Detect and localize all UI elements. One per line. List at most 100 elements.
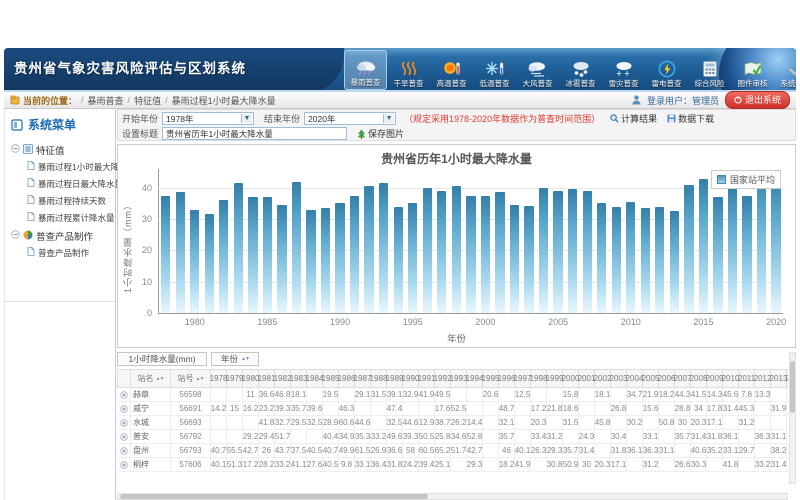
year-header-2009[interactable]: 2009 — [707, 369, 723, 388]
toolbar-item-4[interactable]: 低温普查 — [473, 50, 516, 90]
station-name-cell[interactable]: 威宁 — [131, 402, 171, 416]
toolbar-item-label: 雷电普查 — [652, 78, 682, 89]
year-header-2000[interactable]: 2000 — [563, 369, 579, 388]
station-name-cell[interactable]: 桐梓 — [131, 458, 171, 472]
sidebar-item-1-2[interactable]: 暴雨过程日最大降水量 — [5, 175, 115, 192]
toolbar-item-2[interactable]: 干旱普查 — [387, 50, 430, 90]
year-header-1978[interactable]: 1978 — [211, 369, 227, 388]
value-cell: 60.5 — [419, 444, 435, 458]
year-header-1983[interactable]: 1983 — [291, 369, 307, 388]
year-header-1990[interactable]: 1990 — [403, 369, 419, 388]
station-name-header[interactable]: 站名▲▼ — [131, 369, 171, 388]
select-column-header[interactable] — [117, 369, 131, 388]
station-name-cell[interactable]: 普安 — [131, 430, 171, 444]
station-name-cell[interactable]: 盘州 — [131, 444, 171, 458]
station-name-cell[interactable]: 水城 — [131, 416, 171, 430]
value-cell: 18.6 — [563, 402, 579, 416]
year-header-1995[interactable]: 1995 — [483, 369, 499, 388]
year-header-2004[interactable]: 2004 — [627, 369, 643, 388]
toolbar-item-10[interactable]: 图件审核 — [731, 50, 774, 90]
save-image-button[interactable]: 保存图片 — [357, 127, 404, 140]
value-cell: 33.4 — [531, 430, 547, 444]
expand-row-icon[interactable] — [117, 430, 131, 444]
collapse-icon[interactable] — [11, 230, 20, 242]
sidebar-item-1-4[interactable]: 暴雨过程累计降水量 — [5, 209, 115, 226]
vertical-scrollbar-thumb[interactable] — [790, 361, 795, 413]
year-header-2005[interactable]: 2005 — [643, 369, 659, 388]
year-header-2014[interactable]: 2014 — [787, 369, 788, 388]
station-id-cell: 57606 — [171, 458, 211, 472]
toolbar-item-label: 干旱普查 — [394, 78, 424, 89]
year-header-2010[interactable]: 2010 — [723, 369, 739, 388]
toolbar-item-3[interactable]: 高温普查 — [430, 50, 473, 90]
year-header-1988[interactable]: 1988 — [371, 369, 387, 388]
toolbar-item-6[interactable]: 冰雹普查 — [559, 50, 602, 90]
year-header-1989[interactable]: 1989 — [387, 369, 403, 388]
year-header-2012[interactable]: 2012 — [755, 369, 771, 388]
toolbar-item-9[interactable]: 综合风险 — [688, 50, 731, 90]
calc-result-button[interactable]: 计算结果 — [610, 112, 657, 125]
expand-row-icon[interactable] — [117, 444, 131, 458]
expand-row-icon[interactable] — [117, 416, 131, 430]
toolbar-item-11[interactable]: 系统设置 — [774, 50, 796, 90]
year-header-2001[interactable]: 2001 — [579, 369, 595, 388]
year-header-1980[interactable]: 1980 — [243, 369, 259, 388]
horizontal-scrollbar[interactable] — [117, 493, 788, 500]
toolbar-item-1[interactable]: 暴雨普查 — [344, 50, 387, 90]
year-header-2007[interactable]: 2007 — [675, 369, 691, 388]
vertical-scrollbar[interactable] — [789, 352, 796, 484]
value-cell: 50.8 — [659, 416, 675, 430]
toolbar-item-5[interactable]: 大风普查 — [516, 50, 559, 90]
station-name-cell[interactable]: 赫章 — [131, 388, 171, 402]
year-header-1985[interactable]: 1985 — [323, 369, 339, 388]
year-header-1992[interactable]: 1992 — [435, 369, 451, 388]
metric-group-header[interactable]: 1小时降水量(mm) — [117, 352, 207, 366]
expand-row-icon[interactable] — [117, 458, 131, 472]
sidebar-group-1[interactable]: 特征值 — [5, 140, 115, 158]
year-header-2013[interactable]: 2013 — [771, 369, 787, 388]
year-header-2008[interactable]: 2008 — [691, 369, 707, 388]
year-header-1982[interactable]: 1982 — [275, 369, 291, 388]
data-download-button[interactable]: 数据下载 — [667, 112, 714, 125]
year-header-1979[interactable]: 1979 — [227, 369, 243, 388]
breadcrumb-item-2[interactable]: 特征值 — [134, 94, 161, 107]
start-year-select[interactable]: 1978年 ▼ — [162, 112, 254, 125]
sidebar-item-2-1[interactable]: 普查产品制作 — [5, 244, 115, 261]
sort-icons[interactable]: ▲▼ — [196, 376, 204, 382]
year-header-1993[interactable]: 1993 — [451, 369, 467, 388]
year-header-2006[interactable]: 2006 — [659, 369, 675, 388]
year-header-1996[interactable]: 1996 — [499, 369, 515, 388]
year-header-1994[interactable]: 1994 — [467, 369, 483, 388]
year-header-1986[interactable]: 1986 — [339, 369, 355, 388]
sidebar-item-1-3[interactable]: 暴雨过程持续天数 — [5, 192, 115, 209]
horizontal-scrollbar-thumb[interactable] — [120, 494, 428, 499]
year-header-2002[interactable]: 2002 — [595, 369, 611, 388]
year-header-1991[interactable]: 1991 — [419, 369, 435, 388]
value-cell — [595, 402, 611, 416]
end-year-select[interactable]: 2020年 ▼ — [304, 112, 396, 125]
value-cell: 26.2 — [451, 416, 467, 430]
sort-icons[interactable]: ▲▼ — [156, 376, 164, 382]
logout-button[interactable]: 退出系统 — [725, 91, 790, 109]
year-header-2011[interactable]: 2011 — [739, 369, 755, 388]
toolbar-item-7[interactable]: 雪灾普查 — [602, 50, 645, 90]
year-header-2003[interactable]: 2003 — [611, 369, 627, 388]
year-header-1984[interactable]: 1984 — [307, 369, 323, 388]
year-header-1987[interactable]: 1987 — [355, 369, 371, 388]
sort-icons[interactable]: ▲▼ — [241, 356, 249, 362]
toolbar-item-8[interactable]: 雷电普查 — [645, 50, 688, 90]
year-header-1997[interactable]: 1997 — [515, 369, 531, 388]
chart-title-input[interactable] — [162, 127, 347, 140]
breadcrumb-item-1[interactable]: 暴雨普查 — [88, 94, 124, 107]
sidebar-item-1-1[interactable]: 暴雨过程1小时最大降水量 — [5, 158, 115, 175]
year-header-1981[interactable]: 1981 — [259, 369, 275, 388]
value-cell: 42.7 — [243, 444, 259, 458]
year-group-header[interactable]: 年份 ▲▼ — [211, 352, 259, 366]
year-header-1998[interactable]: 1998 — [531, 369, 547, 388]
station-id-header[interactable]: 站号▲▼ — [171, 369, 211, 388]
expand-row-icon[interactable] — [117, 402, 131, 416]
year-header-1999[interactable]: 1999 — [547, 369, 563, 388]
sidebar-group-2[interactable]: 普查产品制作 — [5, 226, 115, 244]
collapse-icon[interactable] — [11, 144, 20, 156]
expand-row-icon[interactable] — [117, 388, 131, 402]
